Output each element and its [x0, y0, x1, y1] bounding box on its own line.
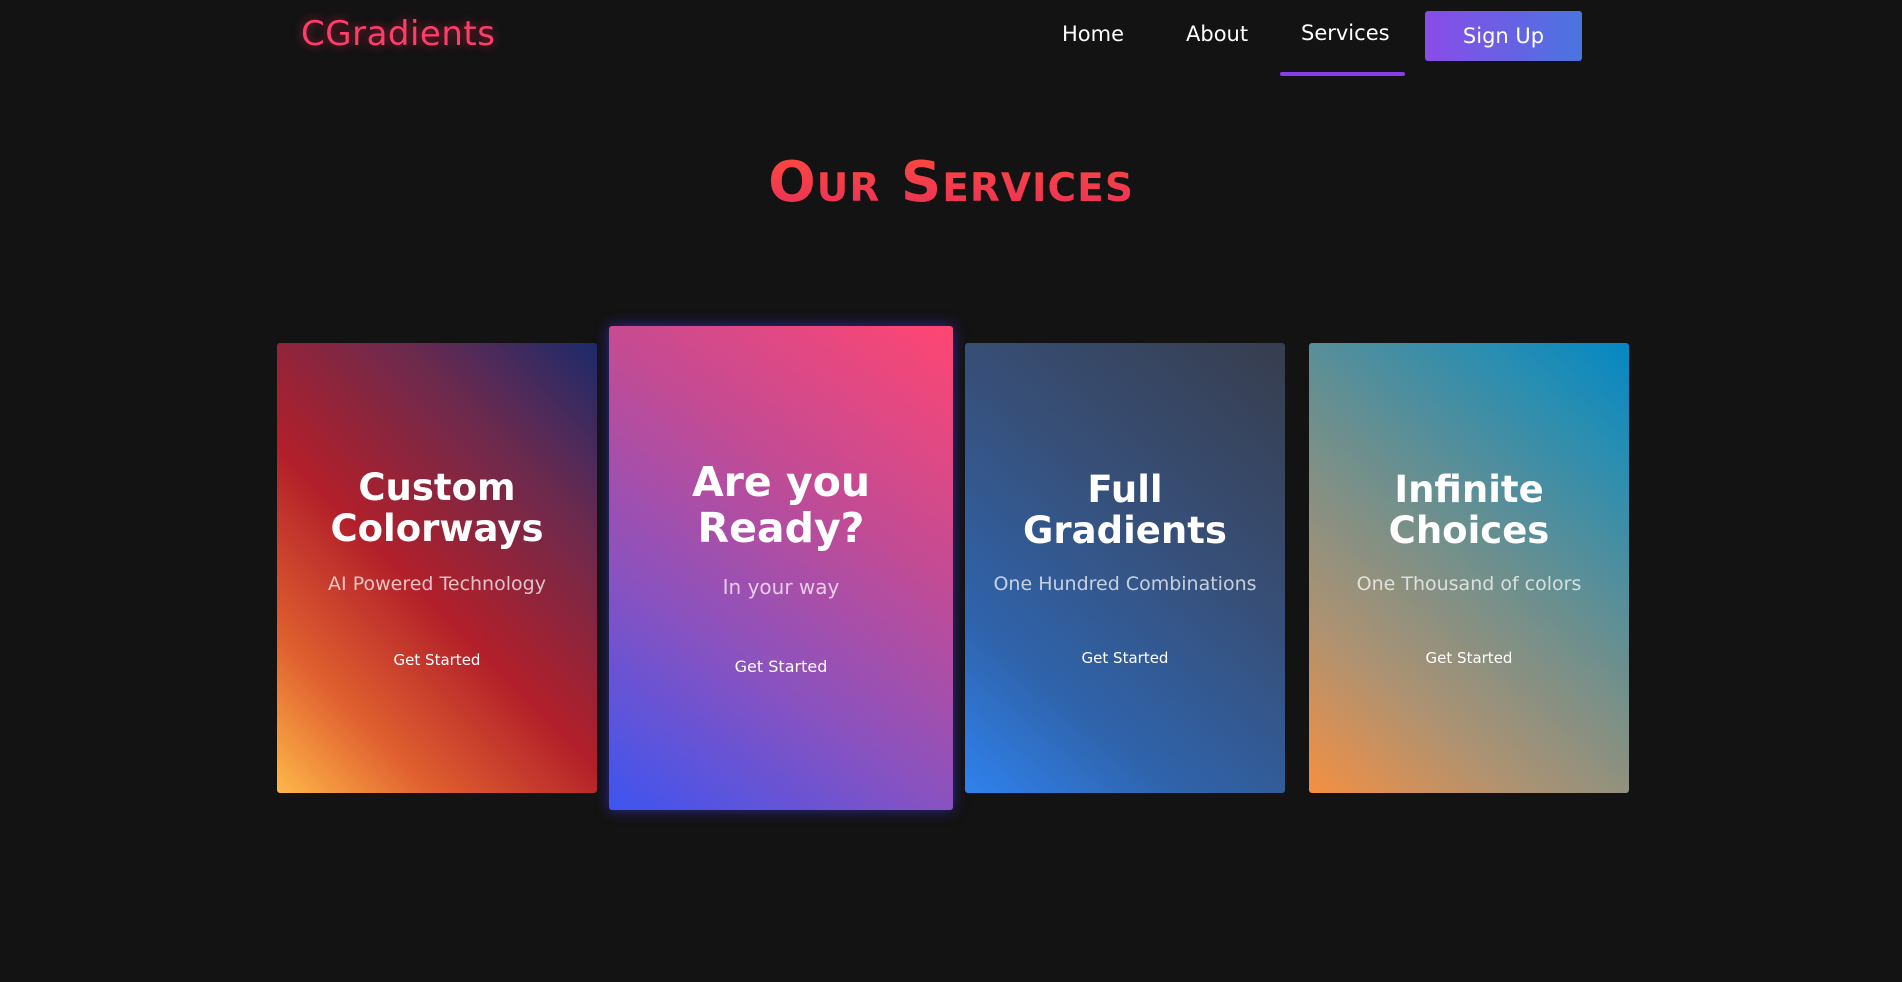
nav-link-services[interactable]: Services	[1301, 21, 1390, 45]
card-title: Infinite Choices	[1388, 467, 1550, 552]
service-card-infinite-choices[interactable]: Infinite Choices One Thousand of colors …	[1309, 343, 1629, 793]
page-title: Our Services	[0, 150, 1902, 215]
get-started-link[interactable]: Get Started	[735, 657, 828, 676]
card-subtitle: In your way	[722, 575, 840, 600]
nav-link-home[interactable]: Home	[1062, 22, 1124, 46]
nav-link-about[interactable]: About	[1186, 22, 1248, 46]
sign-up-button[interactable]: Sign Up	[1425, 11, 1582, 61]
active-tab-indicator	[1280, 72, 1405, 76]
get-started-link[interactable]: Get Started	[394, 651, 481, 669]
service-card-are-you-ready[interactable]: Are you Ready? In your way Get Started	[609, 326, 953, 810]
get-started-link[interactable]: Get Started	[1426, 649, 1513, 667]
get-started-link[interactable]: Get Started	[1082, 649, 1169, 667]
card-title: Are you Ready?	[691, 457, 871, 552]
service-card-full-gradients[interactable]: Full Gradients One Hundred Combinations …	[965, 343, 1285, 793]
page: CGradients Home About Services Sign Up O…	[0, 0, 1902, 982]
card-subtitle: One Thousand of colors	[1356, 573, 1582, 596]
card-subtitle: AI Powered Technology	[328, 573, 546, 596]
nav-item-services[interactable]: Services	[1280, 0, 1405, 76]
logo[interactable]: CGradients	[301, 14, 495, 54]
card-title: Custom Colorways	[330, 465, 544, 550]
card-title: Full Gradients	[1023, 467, 1227, 552]
card-subtitle: One Hundred Combinations	[993, 573, 1257, 596]
service-card-custom-colorways[interactable]: Custom Colorways AI Powered Technology G…	[277, 343, 597, 793]
